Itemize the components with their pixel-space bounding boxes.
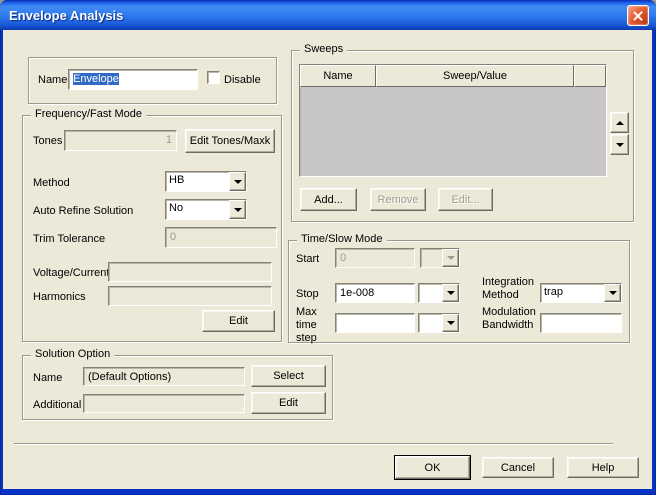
column-header-name[interactable]: Name <box>300 65 376 87</box>
solution-select-button[interactable]: Select <box>251 365 326 387</box>
integration-method-combobox[interactable]: trap <box>540 283 622 303</box>
sweeps-add-button[interactable]: Add... <box>300 188 357 211</box>
titlebar[interactable]: Envelope Analysis <box>0 0 656 30</box>
sweeps-remove-button: Remove <box>370 188 426 211</box>
name-label: Name: <box>38 74 70 87</box>
disable-label: Disable <box>224 74 261 87</box>
frequency-group-title: Frequency/Fast Mode <box>31 108 146 120</box>
max-time-step-dropdown-button[interactable] <box>442 314 459 332</box>
method-value: HB <box>166 172 229 191</box>
stop-unit-dropdown-button[interactable] <box>442 284 459 302</box>
auto-refine-combobox[interactable]: No <box>165 199 247 220</box>
sweeps-edit-button: Edit... <box>438 188 493 211</box>
voltage-current-label: Voltage/Current <box>33 267 109 280</box>
chevron-down-icon <box>447 321 455 329</box>
solution-additional-label: Additional <box>33 399 81 412</box>
name-input-selected-text: Envelope <box>73 73 119 85</box>
footer-divider <box>14 443 613 445</box>
modulation-bandwidth-input[interactable] <box>540 313 622 333</box>
chevron-down-icon <box>609 291 617 299</box>
tones-input: 1 <box>64 130 177 151</box>
stop-unit-value <box>419 284 442 302</box>
stop-input[interactable]: 1e-008 <box>335 283 415 303</box>
envelope-analysis-dialog: Envelope Analysis Name: Envelope Disable… <box>0 0 656 495</box>
start-label: Start <box>296 253 319 266</box>
auto-refine-label: Auto Refine Solution <box>33 205 133 218</box>
chevron-down-icon <box>234 180 242 188</box>
cancel-button[interactable]: Cancel <box>482 457 554 478</box>
trim-tolerance-input: 0 <box>165 227 277 248</box>
solution-edit-button[interactable]: Edit <box>251 392 326 414</box>
trim-tolerance-label: Trim Tolerance <box>33 233 105 246</box>
solution-name-input: (Default Options) <box>83 367 245 386</box>
harmonics-label: Harmonics <box>33 291 86 304</box>
solution-name-label: Name <box>33 372 62 385</box>
column-header-extra[interactable] <box>574 65 606 87</box>
chevron-down-icon <box>234 208 242 216</box>
time-mode-group-title: Time/Slow Mode <box>297 233 387 245</box>
tones-label: Tones <box>33 135 62 148</box>
integration-method-label: Integration Method <box>482 276 540 302</box>
sweeps-table-header: Name Sweep/Value <box>300 65 606 87</box>
start-unit-dropdown-button <box>442 249 459 267</box>
max-time-step-input[interactable] <box>335 313 415 333</box>
edit-tones-maxk-button[interactable]: Edit Tones/Maxk <box>185 129 275 153</box>
start-input: 0 <box>335 248 415 268</box>
close-icon <box>632 10 644 22</box>
method-combobox[interactable]: HB <box>165 171 247 192</box>
close-button[interactable] <box>627 5 649 26</box>
start-unit-combobox <box>420 248 460 268</box>
disable-checkbox[interactable] <box>207 71 220 84</box>
arrow-down-icon <box>616 143 624 151</box>
integration-method-dropdown-button[interactable] <box>604 284 621 302</box>
auto-refine-value: No <box>166 200 229 219</box>
name-input[interactable]: Envelope <box>68 69 198 90</box>
max-time-step-label: Max time step <box>296 306 340 345</box>
harmonics-input <box>108 286 272 306</box>
sweeps-group-title: Sweeps <box>300 43 347 55</box>
sweeps-table[interactable]: Name Sweep/Value <box>299 64 607 177</box>
solution-additional-input <box>83 394 245 413</box>
modulation-bandwidth-label: Modulation Bandwidth <box>482 306 544 332</box>
integration-method-value: trap <box>541 284 604 302</box>
chevron-down-icon <box>447 291 455 299</box>
frequency-edit-button[interactable]: Edit <box>202 310 275 332</box>
move-up-button[interactable] <box>610 112 629 133</box>
voltage-current-input <box>108 262 272 282</box>
stop-label: Stop <box>296 288 319 301</box>
method-label: Method <box>33 177 70 190</box>
solution-group-title: Solution Option <box>31 348 114 360</box>
stop-unit-combobox[interactable] <box>418 283 460 303</box>
ok-button[interactable]: OK <box>395 456 470 479</box>
column-header-sweep-value[interactable]: Sweep/Value <box>376 65 574 87</box>
move-down-button[interactable] <box>610 134 629 155</box>
method-dropdown-button[interactable] <box>229 172 246 191</box>
start-unit-value <box>421 249 442 267</box>
arrow-up-icon <box>616 117 624 125</box>
chevron-down-icon <box>447 256 455 264</box>
help-button[interactable]: Help <box>567 457 639 478</box>
auto-refine-dropdown-button[interactable] <box>229 200 246 219</box>
max-time-step-unit-value <box>419 314 442 332</box>
window-title: Envelope Analysis <box>0 8 123 23</box>
max-time-step-unit-combobox[interactable] <box>418 313 460 333</box>
